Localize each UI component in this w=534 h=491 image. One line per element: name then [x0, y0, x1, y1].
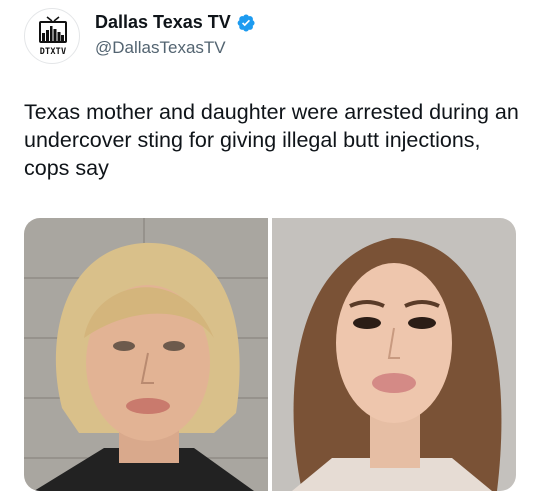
- tweet-card: DTXTV Dallas Texas TV @DallasTexasTV Tex…: [0, 0, 534, 491]
- profile-avatar[interactable]: DTXTV: [24, 8, 80, 64]
- account-handle[interactable]: @DallasTexasTV: [95, 38, 226, 58]
- mugshot-photo-right[interactable]: [272, 218, 516, 491]
- display-name[interactable]: Dallas Texas TV: [95, 12, 231, 33]
- verified-badge-icon: [236, 13, 256, 33]
- tweet-text: Texas mother and daughter were arrested …: [24, 100, 519, 180]
- avatar-logo-text: DTXTV: [39, 47, 67, 57]
- media-grid[interactable]: [24, 218, 516, 491]
- name-row: Dallas Texas TV: [95, 12, 256, 33]
- mugshot-photo-left[interactable]: [24, 218, 268, 491]
